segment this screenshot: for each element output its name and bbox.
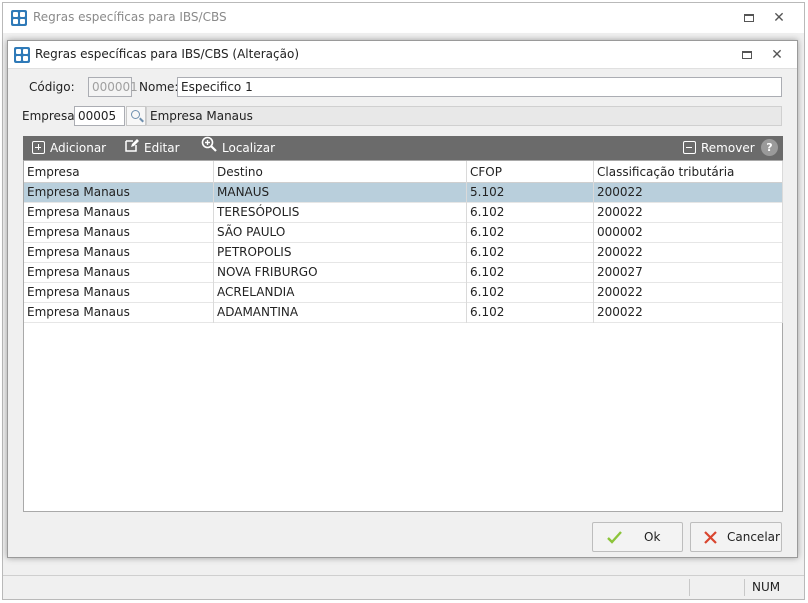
search-icon [131,110,140,119]
cell-cfop: 5.102 [467,183,594,203]
find-button[interactable]: Localizar [201,136,275,160]
close-icon[interactable]: ✕ [771,10,787,26]
cell-empresa: Empresa Manaus [24,243,214,263]
cell-empresa: Empresa Manaus [24,223,214,243]
restore-icon[interactable] [739,47,755,63]
find-icon [201,136,217,160]
app-icon [11,10,27,26]
ok-button[interactable]: Ok [592,522,683,552]
cell-cfop: 6.102 [467,203,594,223]
cell-classificacao: 200022 [594,303,783,323]
empresa-code-input[interactable]: 00005 [74,106,125,126]
cell-cfop: 6.102 [467,223,594,243]
cell-empresa: Empresa Manaus [24,303,214,323]
main-window-titlebar: Regras específicas para IBS/CBS ✕ [3,3,804,33]
table-row[interactable]: Empresa Manaus ACRELANDIA 6.102 200022 [24,283,783,303]
table-row[interactable]: Empresa Manaus PETROPOLIS 6.102 200022 [24,243,783,263]
dialog-title: Regras específicas para IBS/CBS (Alteraç… [35,47,299,61]
edit-dialog: Regras específicas para IBS/CBS (Alteraç… [7,40,798,558]
add-icon [32,141,45,154]
cell-cfop: 6.102 [467,243,594,263]
cancel-label: Cancelar [727,530,780,544]
codigo-label: Código: [29,80,75,94]
find-label: Localizar [222,141,276,155]
cell-destino: NOVA FRIBURGO [214,263,467,283]
table-row[interactable]: Empresa Manaus ADAMANTINA 6.102 200022 [24,303,783,323]
cell-empresa: Empresa Manaus [24,183,214,203]
help-icon[interactable]: ? [761,139,778,156]
nome-input[interactable]: Especifico 1 [177,77,782,97]
table-row[interactable]: Empresa Manaus NOVA FRIBURGO 6.102 20002… [24,263,783,283]
table-row[interactable]: Empresa Manaus TERESÓPOLIS 6.102 200022 [24,203,783,223]
status-bar: NUM [3,575,804,599]
cell-classificacao: 200022 [594,183,783,203]
empresa-label: Empresa: [22,109,79,123]
cell-cfop: 6.102 [467,263,594,283]
edit-label: Editar [144,141,180,155]
table-row[interactable]: Empresa Manaus SÃO PAULO 6.102 000002 [24,223,783,243]
add-button[interactable]: Adicionar [32,136,106,160]
edit-icon [125,136,139,160]
remove-icon [683,141,696,154]
status-separator [689,579,690,596]
column-header-empresa[interactable]: Empresa [24,161,214,183]
app-icon [14,47,30,63]
cell-empresa: Empresa Manaus [24,203,214,223]
cell-cfop: 6.102 [467,283,594,303]
remove-label: Remover [701,141,755,155]
add-label: Adicionar [50,141,107,155]
cancel-button[interactable]: Cancelar [690,522,782,552]
cell-classificacao: 200022 [594,203,783,223]
restore-icon[interactable] [741,10,757,26]
grid-header: Empresa Destino CFOP Classificação tribu… [24,161,783,183]
ok-label: Ok [644,530,661,544]
cell-destino: PETROPOLIS [214,243,467,263]
codigo-field: 000001 [88,77,138,97]
cell-destino: MANAUS [214,183,467,203]
remove-button[interactable]: Remover [683,136,755,160]
empresa-name-field: Empresa Manaus [146,106,782,126]
column-header-cfop[interactable]: CFOP [467,161,594,183]
column-header-destino[interactable]: Destino [214,161,467,183]
cell-classificacao: 200022 [594,283,783,303]
grid-toolbar: Adicionar Editar Localizar Remover ? [23,136,783,160]
num-lock-indicator: NUM [752,580,781,594]
cell-destino: SÃO PAULO [214,223,467,243]
cell-classificacao: 000002 [594,223,783,243]
cancel-x-icon [704,531,717,544]
column-header-classificacao[interactable]: Classificação tributária [594,161,783,183]
status-separator [744,579,745,596]
cell-empresa: Empresa Manaus [24,263,214,283]
cell-classificacao: 200027 [594,263,783,283]
dialog-titlebar: Regras específicas para IBS/CBS (Alteraç… [8,41,797,69]
cell-cfop: 6.102 [467,303,594,323]
cell-classificacao: 200022 [594,243,783,263]
cell-destino: ACRELANDIA [214,283,467,303]
cell-destino: ADAMANTINA [214,303,467,323]
main-window-title: Regras específicas para IBS/CBS [33,10,227,24]
table-row[interactable]: Empresa Manaus MANAUS 5.102 200022 [24,183,783,203]
cell-destino: TERESÓPOLIS [214,203,467,223]
check-icon [607,531,622,544]
nome-label: Nome: [139,80,179,94]
close-icon[interactable]: ✕ [769,47,785,63]
empresa-search-button[interactable] [126,106,146,126]
edit-button[interactable]: Editar [125,136,180,160]
cell-empresa: Empresa Manaus [24,283,214,303]
rules-grid: Empresa Destino CFOP Classificação tribu… [23,160,783,512]
